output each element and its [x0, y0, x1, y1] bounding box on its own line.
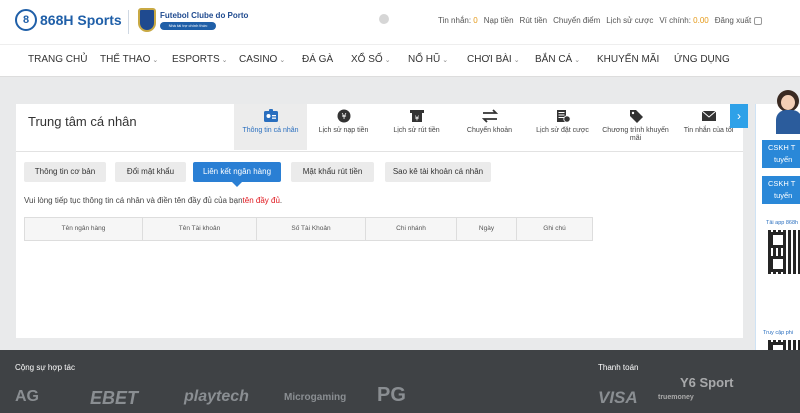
transfer-link[interactable]: Chuyển điểm [553, 16, 600, 25]
logo-divider [128, 10, 129, 34]
logout-link[interactable]: Đăng xuất [715, 16, 763, 25]
column-header: Chi nhánh [366, 218, 457, 240]
app-download-label: Tải app 868h [766, 220, 799, 226]
page: 8 868H Sports Futebol Clube do Porto Nhà… [0, 0, 800, 413]
svg-text:¥: ¥ [341, 112, 346, 121]
tab-profile[interactable]: Thông tin cá nhân [234, 104, 307, 150]
support-agent-icon [774, 90, 800, 134]
nav-item-esports[interactable]: ESPORTS ⌄ [172, 54, 227, 65]
subtab-bank-link[interactable]: Liên kết ngân hàng [193, 162, 281, 187]
notice-highlight: tên đầy đủ [242, 196, 280, 205]
chevron-down-icon: ⌄ [221, 57, 228, 64]
deposit-link[interactable]: Nạp tiền [484, 16, 514, 25]
coins-stack-icon [555, 109, 571, 123]
nav-item-slots[interactable]: NỔ HŨ ⌄ [408, 54, 448, 65]
subtab-account-statement[interactable]: Sao kê tài khoản cá nhân [385, 162, 491, 182]
watermark: Y6 Sport [680, 375, 734, 390]
bet-history-link[interactable]: Lịch sử cược [606, 16, 653, 25]
chevron-down-icon: ⌄ [384, 57, 391, 64]
nav-item-fishing[interactable]: BẮN CÁ ⌄ [535, 54, 580, 65]
partners-title: Cộng sự hợp tác [15, 363, 75, 372]
nav-item-casino[interactable]: CASINO ⌄ [239, 54, 285, 65]
nav-item-cockfight[interactable]: ĐÁ GÀ [302, 54, 333, 65]
chevron-down-icon: ⌄ [442, 57, 449, 64]
tab-deposit-history[interactable]: ¥ Lịch sử nạp tiền [307, 104, 380, 150]
column-header: Số Tài Khoản [257, 218, 366, 240]
withdraw-link[interactable]: Rút tiền [520, 16, 548, 25]
coin-icon: ¥ [336, 109, 352, 123]
id-card-icon [263, 109, 279, 123]
partner-ebet-logo: EBET [90, 388, 139, 408]
cskh-button-2[interactable]: CSKH Ttuyến [762, 176, 800, 204]
tab-withdraw-history[interactable]: ¥ Lịch sử rút tiền [380, 104, 453, 150]
logout-icon [754, 16, 763, 25]
tab-label: Thông tin cá nhân [242, 127, 299, 134]
fc-porto-crest-icon [138, 8, 156, 32]
tab-label: Lịch sử nạp tiền [318, 127, 369, 134]
cskh-button-1[interactable]: CSKH Ttuyến [762, 140, 800, 168]
column-header: Ghi chú [543, 225, 566, 232]
chevron-down-icon: ⌄ [152, 57, 159, 64]
app-qr-code-icon [768, 230, 800, 274]
tabs-scroll-right-button[interactable]: › [730, 104, 748, 128]
nav-item-cards[interactable]: CHƠI BÀI ⌄ [467, 54, 520, 65]
nav-item-sports[interactable]: THỂ THAO ⌄ [100, 54, 158, 65]
account-bar: Tin nhắn: 0 Nạp tiền Rút tiền Chuyển điể… [438, 16, 768, 25]
tab-promotions[interactable]: Chương trình khuyến mãi [599, 104, 672, 150]
subtab-basic-info[interactable]: Thông tin cơ bản [24, 162, 106, 182]
chevron-down-icon: ⌄ [574, 57, 581, 64]
bank-table-header: Tên ngân hàng Tên Tài khoản Số Tài Khoản… [24, 217, 593, 241]
nav-item-home[interactable]: TRANG CHỦ [28, 54, 87, 65]
logo-text: 868H Sports [40, 12, 122, 28]
tab-transfer[interactable]: Chuyển khoản [453, 104, 526, 150]
chevron-down-icon: ⌄ [279, 57, 286, 64]
header: 8 868H Sports Futebol Clube do Porto Nhà… [0, 0, 800, 44]
nav-item-app[interactable]: ỨNG DỤNG [674, 54, 730, 65]
payment-visa-logo: VISA [598, 388, 638, 407]
partner-pg-logo: PG [377, 384, 406, 406]
club-name: Futebol Clube do Porto [160, 11, 249, 20]
club-sub: Nhà tài trợ chính thức [160, 22, 216, 30]
user-avatar-icon[interactable] [378, 14, 390, 28]
subtab-change-password[interactable]: Đổi mật khẩu [115, 162, 186, 182]
access-label: Truy cập phi [763, 330, 794, 336]
subtab-withdraw-password[interactable]: Mật khẩu rút tiền [291, 162, 374, 182]
tab-label: Chương trình khuyến mãi [602, 127, 669, 142]
partner-ag-logo: AG [15, 388, 39, 405]
payments-title: Thanh toán [598, 363, 639, 372]
tab-label: Tin nhắn của tôi [683, 127, 734, 134]
envelope-icon [701, 109, 717, 123]
transfer-arrows-icon [481, 109, 498, 123]
chevron-down-icon: ⌄ [513, 57, 520, 64]
nav-item-promotions[interactable]: KHUYẾN MÃI [597, 54, 659, 65]
tab-bet-history[interactable]: Lịch sử đặt cược [526, 104, 599, 150]
svg-text:¥: ¥ [414, 115, 419, 123]
tab-label: Lịch sử đặt cược [536, 127, 589, 134]
column-header: Tên Tài khoản [143, 218, 257, 240]
yen-note-icon: ¥ [409, 109, 425, 123]
main-nav: TRANG CHỦ THỂ THAO ⌄ ESPORTS ⌄ CASINO ⌄ ĐÁ … [0, 44, 800, 77]
tag-icon [628, 109, 644, 123]
column-header: Ngày [457, 218, 517, 240]
brand-logo[interactable]: 8 868H Sports [15, 9, 122, 31]
page-title: Trung tâm cá nhân [28, 114, 137, 129]
panel-tabs: Thông tin cá nhân ¥ Lịch sử nạp tiền ¥ L… [234, 104, 743, 150]
personal-center-panel: Trung tâm cá nhân Thông tin cá nhân ¥ Lị… [16, 104, 743, 338]
wallet-balance: Ví chính: 0.00 [659, 16, 709, 25]
messages-link[interactable]: Tin nhắn: 0 [438, 16, 478, 25]
tab-label: Lịch sử rút tiền [393, 127, 440, 134]
notice-text: Vui lòng tiếp tục thông tin cá nhân và đ… [24, 196, 283, 205]
partner-microgaming-logo: Microgaming [284, 392, 347, 403]
payment-truemoney-logo: truemoney [658, 394, 694, 401]
tab-label: Chuyển khoản [466, 127, 513, 134]
logo-badge-icon: 8 [15, 9, 37, 31]
partner-playtech-logo: playtech [184, 388, 249, 405]
club-sponsor: Futebol Clube do Porto Nhà tài trợ chính… [138, 8, 248, 32]
divider [16, 151, 743, 152]
nav-item-lottery[interactable]: XỔ SỐ ⌄ [351, 54, 391, 65]
column-header: Tên ngân hàng [25, 218, 143, 240]
